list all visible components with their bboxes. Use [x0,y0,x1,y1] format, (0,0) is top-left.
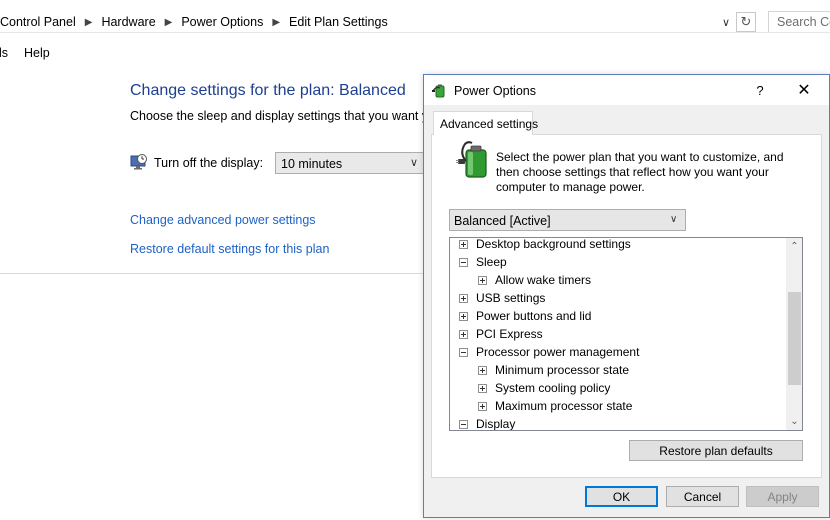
chevron-down-icon: ∨ [670,214,678,225]
page-title: Change settings for the plan: Balanced [130,82,406,99]
tree-item[interactable]: Power buttons and lid [459,307,591,325]
menu-tools[interactable]: ls [0,46,8,60]
settings-tree[interactable]: Desktop background settings Sleep Allow wa… [449,237,803,431]
close-icon[interactable]: ✕ [789,78,819,102]
tree-item[interactable]: Maximum processor state [478,397,632,415]
address-history-chevron-down-icon[interactable]: ∨ [717,13,735,31]
tree-item[interactable]: System cooling policy [478,379,610,397]
power-options-app-icon [432,84,445,98]
tab-advanced-settings[interactable]: Advanced settings [433,111,538,135]
chevron-down-icon: ∨ [410,157,419,169]
menu-bar: ls Help [0,43,830,63]
help-button[interactable]: ? [746,78,774,102]
address-bar-divider [0,32,830,33]
expand-plus-icon[interactable] [478,275,487,285]
collapse-minus-icon[interactable] [459,257,468,267]
cancel-button[interactable]: Cancel [666,486,739,507]
breadcrumb: Control Panel ▶ Hardware ▶ Power Options… [0,12,388,32]
tree-item-label: Sleep [476,255,507,269]
turn-off-display-label: Turn off the display: [154,156,264,170]
tree-item[interactable]: Sleep [459,253,507,271]
tree-item[interactable]: Processor power management [459,343,639,361]
search-input[interactable]: Search Co [768,11,830,33]
panel-description: Select the power plan that you want to c… [496,150,784,194]
tree-item[interactable]: Minimum processor state [478,361,629,379]
tree-item-label: PCI Express [476,327,543,341]
change-advanced-settings-link[interactable]: Change advanced power settings [130,213,316,227]
apply-button[interactable]: Apply [746,486,819,507]
tree-item-label: Allow wake timers [495,273,592,287]
breadcrumb-edit-plan-settings[interactable]: Edit Plan Settings [289,15,388,29]
scroll-thumb[interactable] [788,292,801,385]
advanced-settings-panel: Select the power plan that you want to c… [431,134,822,478]
tree-item-label: USB settings [476,291,546,305]
breadcrumb-power-options[interactable]: Power Options [181,15,263,29]
tree-item-label: Processor power management [476,345,640,359]
plan-select[interactable]: Balanced [Active] ∨ [449,209,686,231]
breadcrumb-control-panel[interactable]: Control Panel [0,15,76,29]
chevron-right-icon[interactable]: ▶ [272,17,280,28]
restore-default-settings-link[interactable]: Restore default settings for this plan [130,242,329,256]
tree-scrollbar[interactable]: ⌃ ⌄ [786,238,802,430]
expand-plus-icon[interactable] [478,365,487,375]
tree-item[interactable]: Desktop background settings [459,237,631,253]
tree-item[interactable]: Allow wake timers [478,271,591,289]
monitor-clock-icon [130,154,147,170]
tree-item-label: Minimum processor state [495,363,630,377]
tree-item-label: Maximum processor state [495,399,633,413]
collapse-minus-icon[interactable] [459,419,468,429]
expand-plus-icon[interactable] [459,329,468,339]
expand-plus-icon[interactable] [459,311,468,321]
tree-item-label: Display [476,417,516,431]
scroll-down-icon[interactable]: ⌄ [786,413,802,430]
scroll-up-icon[interactable]: ⌃ [786,238,802,255]
battery-plug-icon [456,141,487,178]
breadcrumb-hardware[interactable]: Hardware [101,15,155,29]
dialog-title-bar[interactable]: Power Options ? ✕ [424,75,829,105]
expand-plus-icon[interactable] [478,383,487,393]
expand-plus-icon[interactable] [459,239,468,249]
tree-item[interactable]: Display [459,415,516,431]
chevron-right-icon[interactable]: ▶ [165,17,173,28]
tree-item-label: Power buttons and lid [476,309,592,323]
power-options-dialog: Power Options ? ✕ Advanced settings Sele… [423,74,830,518]
expand-plus-icon[interactable] [478,401,487,411]
plan-select-value: Balanced [Active] [454,214,551,228]
tree-item-label: System cooling policy [495,381,611,395]
tree-item[interactable]: USB settings [459,289,545,307]
ok-button[interactable]: OK [585,486,658,507]
turn-off-display-select[interactable]: 10 minutes ∨ [275,152,425,174]
expand-plus-icon[interactable] [459,293,468,303]
page-subtitle: Choose the sleep and display settings th… [130,109,425,123]
menu-help[interactable]: Help [24,46,50,60]
collapse-minus-icon[interactable] [459,347,468,357]
tree-item-label: Desktop background settings [476,237,631,251]
address-bar: Control Panel ▶ Hardware ▶ Power Options… [0,0,830,43]
dialog-title: Power Options [454,84,536,98]
tree-item[interactable]: PCI Express [459,325,543,343]
restore-plan-defaults-button[interactable]: Restore plan defaults [629,440,803,461]
turn-off-display-value: 10 minutes [281,157,343,171]
page-divider [0,273,424,274]
refresh-icon[interactable]: ↻ [736,12,756,32]
chevron-right-icon[interactable]: ▶ [85,17,93,28]
